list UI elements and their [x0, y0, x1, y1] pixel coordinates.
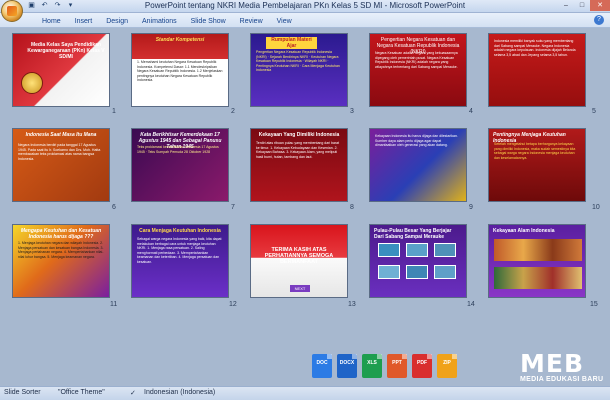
slide-body: Sebagai warga negara Indonesia yang baik… — [137, 237, 222, 264]
docx-file-icon: DOCX — [337, 354, 357, 378]
slide-number: 15 — [590, 301, 598, 308]
tab-review[interactable]: Review — [233, 15, 270, 28]
slide-title: Standar Kompetensi — [155, 37, 205, 43]
doc-file-icon: DOC — [312, 354, 332, 378]
slide-number: 4 — [469, 108, 473, 115]
slide-title: Media Kelas Saya Pendidikan Kewarganegar… — [27, 42, 105, 60]
tab-animations[interactable]: Animations — [135, 15, 184, 28]
brand-name: MEB — [520, 349, 585, 378]
minimize-button[interactable]: – — [558, 0, 574, 11]
island-map-image — [406, 265, 428, 279]
slide-body: Kekayaan Indonesia itu harus dijaga dan … — [375, 134, 458, 148]
slide-thumbnail[interactable]: Kekayaan Yang Dimiliki Indonesia Terdiri… — [250, 128, 348, 202]
slide-title: TERIMA KASIH ATAS PERHATIANNYA SEMOGA BE… — [264, 247, 334, 265]
slide-number: 3 — [350, 108, 354, 115]
slide-body: Indonesia memiliki banyak suku yang memb… — [494, 39, 576, 57]
tab-slide-show[interactable]: Slide Show — [184, 15, 233, 28]
slide-title: Rumpulan Materi Ajar — [266, 37, 317, 49]
slide-body: Teks proklamasi kemerdekaan Indonesia 17… — [137, 145, 219, 154]
slide-number: 12 — [229, 301, 237, 308]
slide-thumbnail[interactable]: Pengertian Negara Kesatuan dan Negara Ke… — [369, 33, 467, 107]
pdf-file-icon: PDF — [412, 354, 432, 378]
tab-design[interactable]: Design — [99, 15, 135, 28]
tab-insert[interactable]: Insert — [68, 15, 100, 28]
xls-file-icon: XLS — [362, 354, 382, 378]
office-logo-icon — [7, 6, 17, 16]
slide-number: 2 — [231, 108, 235, 115]
status-theme: "Office Theme" — [58, 389, 105, 396]
slide-thumbnail[interactable]: Mengapa Keutuhan dan Kesatuan Indonesia … — [12, 224, 110, 298]
slide-title: Indonesia Saat Masa Itu Mana — [25, 132, 97, 138]
status-view: Slide Sorter — [4, 389, 41, 396]
island-map-image — [434, 243, 456, 257]
slide-thumbnail[interactable]: Kata Berikhtisar Kemerdekaan 17 Agustus … — [131, 128, 229, 202]
brand-tagline: MEDIA EDUKASI BARU — [520, 376, 604, 383]
culture-photo-strip — [494, 267, 582, 289]
slide-body: Terdiri atas ribuan pulau yang membentan… — [256, 141, 340, 159]
slide-thumbnail[interactable]: Indonesia Saat Masa Itu Mana Negara Indo… — [12, 128, 110, 202]
slide-number: 10 — [592, 204, 600, 211]
slide-number: 11 — [110, 301, 118, 308]
slide-body: Negara Indonesia berdiri pada tanggal 17… — [18, 143, 101, 161]
slide-body: Pengertian Negara Kesatuan Republik Indo… — [256, 50, 340, 73]
window-controls: – □ ✕ — [558, 0, 610, 12]
slide-thumbnail[interactable]: TERIMA KASIH ATAS PERHATIANNYA SEMOGA BE… — [250, 224, 348, 298]
slide-number: 8 — [350, 204, 354, 211]
slide-title: Kekayaan Yang Dimiliki Indonesia — [258, 132, 340, 138]
spellcheck-icon[interactable]: ✓ — [130, 389, 136, 397]
slide-sorter-pane: Media Kelas Saya Pendidikan Kewarganegar… — [0, 28, 610, 386]
slide-thumbnail[interactable]: Kekayaan Alam Indonesia — [488, 224, 586, 298]
next-button[interactable]: NEXT — [290, 285, 310, 292]
slide-number: 13 — [348, 301, 356, 308]
brand-logo: MEB MEDIA EDUKASI BARU — [520, 349, 610, 388]
status-language[interactable]: Indonesian (Indonesia) — [144, 389, 215, 396]
slide-number: 9 — [469, 204, 473, 211]
island-map-image — [378, 265, 400, 279]
slide-thumbnail[interactable]: Media Kelas Saya Pendidikan Kewarganegar… — [12, 33, 110, 107]
slide-body: 1. Memahami keutuhan Negara Kesatuan Rep… — [137, 60, 223, 83]
slide-number: 6 — [112, 204, 116, 211]
window-title: PowerPoint tentang NKRI Media Pembelajar… — [144, 1, 466, 10]
slide-body: Setelah mengetahui betapa berharganya ke… — [494, 142, 576, 160]
slide-title: Cara Menjaga Keutuhan Indonesia — [139, 228, 221, 234]
slide-number: 5 — [592, 108, 596, 115]
slide-body: 1. Menjaga keutuhan negara dan wilayah I… — [18, 241, 104, 259]
help-icon[interactable]: ? — [594, 15, 604, 25]
office-button[interactable] — [1, 0, 23, 22]
culture-photo-strip — [494, 239, 582, 261]
status-bar: Slide Sorter "Office Theme" ✓ Indonesian… — [0, 386, 610, 400]
close-button[interactable]: ✕ — [590, 0, 610, 11]
zip-file-icon: ZIP — [437, 354, 457, 378]
maximize-button[interactable]: □ — [574, 0, 590, 11]
garuda-emblem-icon — [21, 72, 43, 94]
slide-thumbnail[interactable]: Cara Menjaga Keutuhan Indonesia Sebagai … — [131, 224, 229, 298]
tab-view[interactable]: View — [270, 15, 299, 28]
slide-number: 14 — [467, 301, 475, 308]
slide-title: Mengapa Keutuhan dan Kesatuan Indonesia … — [20, 228, 102, 240]
tab-home[interactable]: Home — [35, 15, 68, 28]
slide-thumbnail[interactable]: Indonesia memiliki banyak suku yang memb… — [488, 33, 586, 107]
slide-number: 1 — [112, 108, 116, 115]
slide-thumbnail[interactable]: Rumpulan Materi Ajar Pengertian Negara K… — [250, 33, 348, 107]
slide-thumbnail[interactable]: Kekayaan Indonesia itu harus dijaga dan … — [369, 128, 467, 202]
island-map-image — [378, 243, 400, 257]
ppt-file-icon: PPT — [387, 354, 407, 378]
island-map-image — [434, 265, 456, 279]
slide-number: 7 — [231, 204, 235, 211]
title-bar: ▣ ↶ ↷ ▾ PowerPoint tentang NKRI Media Pe… — [0, 0, 610, 13]
slide-body: Negara Kesatuan adalah negara yang kekua… — [375, 51, 458, 69]
island-map-image — [406, 243, 428, 257]
slide-thumbnail[interactable]: Standar Kompetensi 1. Memahami keutuhan … — [131, 33, 229, 107]
ribbon-tabs: Home Insert Design Animations Slide Show… — [35, 15, 299, 28]
slide-title: Kekayaan Alam Indonesia — [493, 228, 555, 234]
slide-title: Pulau-Pulau Besar Yang Berjajar Dari Sab… — [374, 228, 452, 240]
slide-thumbnail[interactable]: Pulau-Pulau Besar Yang Berjajar Dari Sab… — [369, 224, 467, 298]
ribbon: Home Insert Design Animations Slide Show… — [0, 13, 610, 28]
slide-thumbnail[interactable]: Pentingnya Menjaga Keutuhan Indonesia Se… — [488, 128, 586, 202]
